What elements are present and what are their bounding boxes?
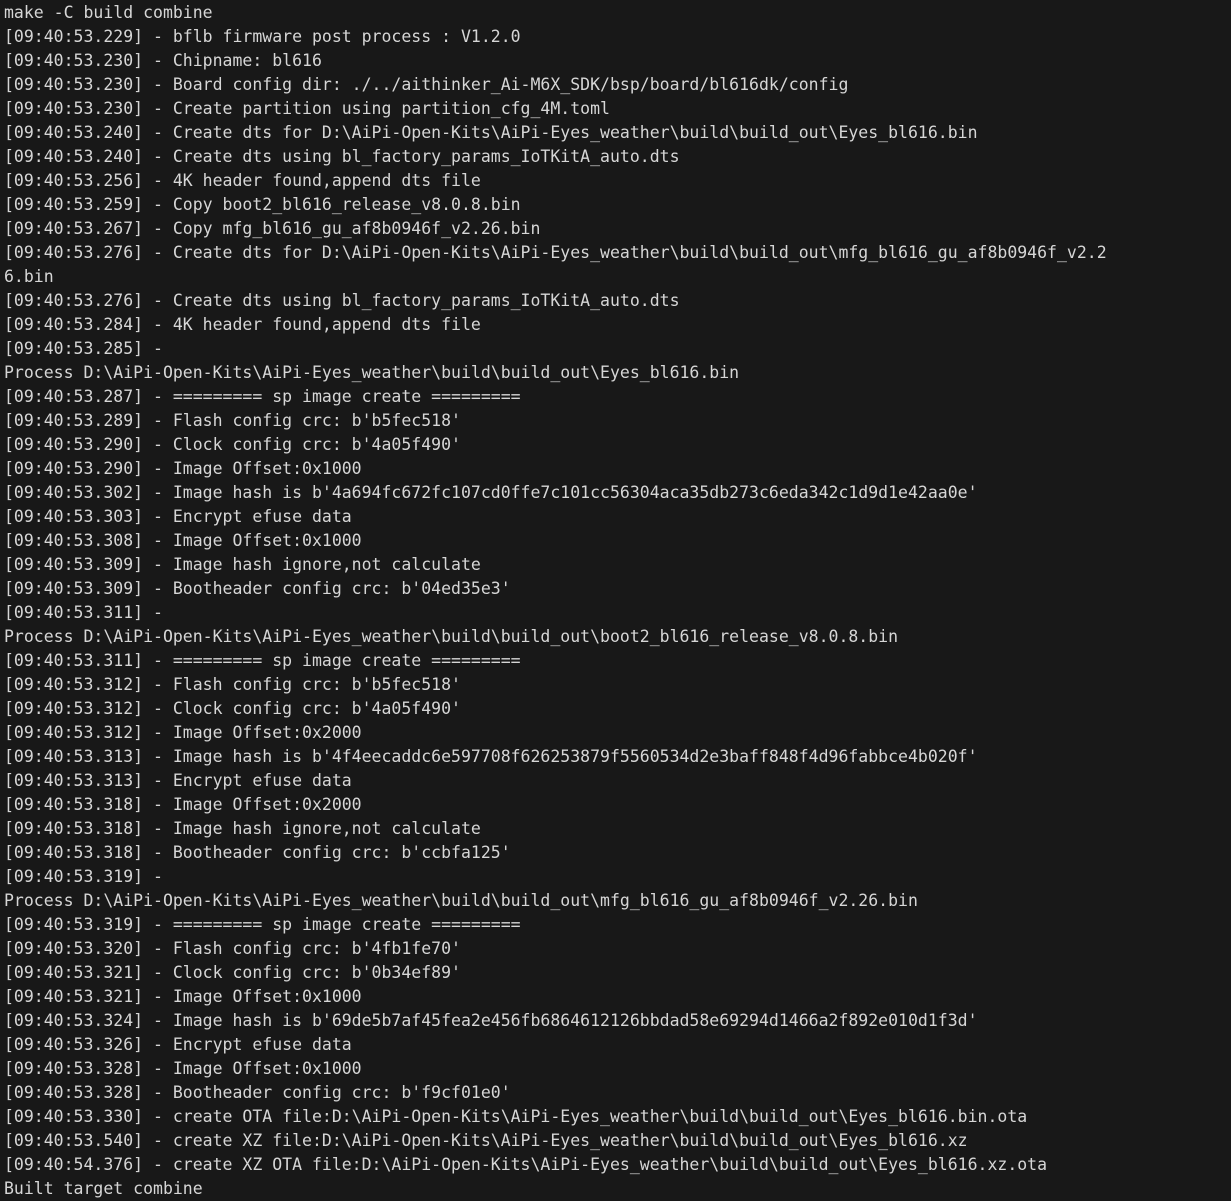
terminal-line: [09:40:53.303] - Encrypt efuse data (4, 507, 352, 526)
terminal-line: [09:40:53.230] - Create partition using … (4, 99, 610, 118)
terminal-line: [09:40:53.290] - Image Offset:0x1000 (4, 459, 362, 478)
terminal-line: [09:40:54.376] - create XZ OTA file:D:\A… (4, 1155, 1048, 1174)
terminal-line: Process D:\AiPi-Open-Kits\AiPi-Eyes_weat… (4, 891, 918, 910)
terminal-line: [09:40:53.313] - Encrypt efuse data (4, 771, 352, 790)
terminal-line: [09:40:53.256] - 4K header found,append … (4, 171, 481, 190)
terminal-line: [09:40:53.540] - create XZ file:D:\AiPi-… (4, 1131, 968, 1150)
terminal-line: make -C build combine (4, 3, 213, 22)
terminal-line: [09:40:53.312] - Flash config crc: b'b5f… (4, 675, 461, 694)
terminal-line: [09:40:53.230] - Board config dir: ./../… (4, 75, 849, 94)
terminal-line: [09:40:53.308] - Image Offset:0x1000 (4, 531, 362, 550)
terminal-line: [09:40:53.240] - Create dts using bl_fac… (4, 147, 680, 166)
terminal-line: [09:40:53.290] - Clock config crc: b'4a0… (4, 435, 461, 454)
terminal-line: [09:40:53.302] - Image hash is b'4a694fc… (4, 483, 978, 502)
terminal-line: [09:40:53.230] - Chipname: bl616 (4, 51, 322, 70)
terminal-line: [09:40:53.321] - Image Offset:0x1000 (4, 987, 362, 1006)
terminal-line: [09:40:53.324] - Image hash is b'69de5b7… (4, 1011, 978, 1030)
terminal-line: [09:40:53.289] - Flash config crc: b'b5f… (4, 411, 461, 430)
terminal-line: [09:40:53.312] - Image Offset:0x2000 (4, 723, 362, 742)
terminal-line: [09:40:53.318] - Bootheader config crc: … (4, 843, 511, 862)
terminal-line: [09:40:53.319] - (4, 867, 173, 886)
terminal-line: [09:40:53.328] - Bootheader config crc: … (4, 1083, 511, 1102)
terminal-line: [09:40:53.330] - create OTA file:D:\AiPi… (4, 1107, 1028, 1126)
terminal-line: [09:40:53.276] - Create dts using bl_fac… (4, 291, 680, 310)
terminal-line: [09:40:53.309] - Bootheader config crc: … (4, 579, 511, 598)
terminal-line: [09:40:53.287] - ========= sp image crea… (4, 387, 521, 406)
terminal-line: [09:40:53.319] - ========= sp image crea… (4, 915, 521, 934)
terminal-line: [09:40:53.312] - Clock config crc: b'4a0… (4, 699, 461, 718)
terminal-line: [09:40:53.326] - Encrypt efuse data (4, 1035, 352, 1054)
terminal-line: [09:40:53.240] - Create dts for D:\AiPi-… (4, 123, 978, 142)
terminal-line: Process D:\AiPi-Open-Kits\AiPi-Eyes_weat… (4, 363, 740, 382)
terminal-line: [09:40:53.285] - (4, 339, 173, 358)
terminal-output-pane[interactable]: make -C build combine [09:40:53.229] - bf… (0, 0, 1231, 1198)
terminal-line: [09:40:53.284] - 4K header found,append … (4, 315, 481, 334)
terminal-line: [09:40:53.318] - Image Offset:0x2000 (4, 795, 362, 814)
terminal-line: [09:40:53.309] - Image hash ignore,not c… (4, 555, 481, 574)
terminal-line: [09:40:53.259] - Copy boot2_bl616_releas… (4, 195, 521, 214)
terminal-line: Built target combine (4, 1179, 203, 1198)
terminal-line: [09:40:53.229] - bflb firmware post proc… (4, 27, 521, 46)
terminal-line: [09:40:53.320] - Flash config crc: b'4fb… (4, 939, 461, 958)
terminal-line: [09:40:53.328] - Image Offset:0x1000 (4, 1059, 362, 1078)
terminal-line: [09:40:53.321] - Clock config crc: b'0b3… (4, 963, 461, 982)
terminal-line: [09:40:53.313] - Image hash is b'4f4eeca… (4, 747, 978, 766)
terminal-line: [09:40:53.267] - Copy mfg_bl616_gu_af8b0… (4, 219, 541, 238)
terminal-line: [09:40:53.311] - ========= sp image crea… (4, 651, 521, 670)
terminal-line: [09:40:53.276] - Create dts for D:\AiPi-… (4, 243, 1107, 262)
terminal-line: Process D:\AiPi-Open-Kits\AiPi-Eyes_weat… (4, 627, 899, 646)
terminal-line: 6.bin (4, 267, 54, 286)
terminal-line: [09:40:53.311] - (4, 603, 173, 622)
terminal-line: [09:40:53.318] - Image hash ignore,not c… (4, 819, 481, 838)
